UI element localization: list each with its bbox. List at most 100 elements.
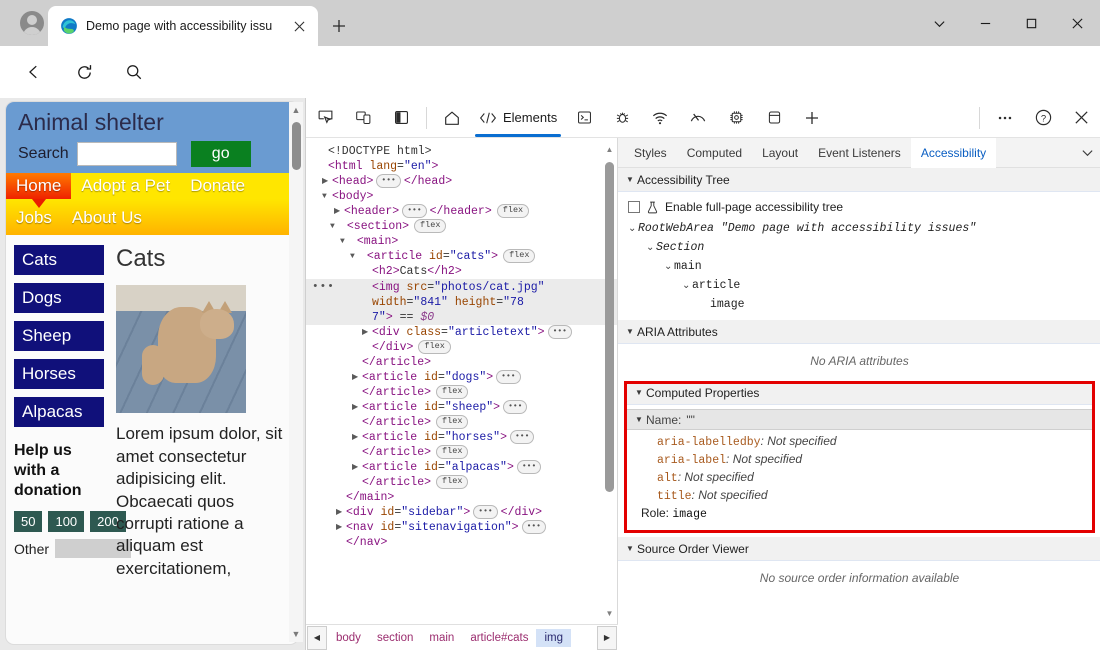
dom-row[interactable]: ▶<head>•••</head> bbox=[306, 174, 617, 189]
collapsed-children-icon[interactable]: ••• bbox=[503, 400, 527, 414]
collapsed-children-icon[interactable]: ••• bbox=[522, 520, 546, 534]
device-emulation-icon[interactable] bbox=[348, 103, 378, 133]
nav-home[interactable]: Home bbox=[6, 173, 71, 199]
dom-row[interactable]: </article>flex bbox=[306, 385, 617, 400]
amount-50[interactable]: 50 bbox=[14, 511, 42, 532]
dom-row[interactable]: </article> bbox=[306, 355, 617, 370]
dom-row[interactable]: </nav> bbox=[306, 535, 617, 550]
category-cats[interactable]: Cats bbox=[14, 245, 104, 275]
memory-chip-icon[interactable] bbox=[721, 103, 751, 133]
collapse-triangle-icon[interactable]: ▼ bbox=[322, 189, 332, 204]
dom-row[interactable]: ▶<article id="sheep">••• bbox=[306, 400, 617, 415]
expand-triangle-icon[interactable]: ▶ bbox=[322, 174, 332, 189]
dom-row[interactable]: ▶<div id="sidebar">•••</div> bbox=[306, 505, 617, 520]
expand-triangle-icon[interactable]: ▶ bbox=[336, 520, 346, 535]
dom-row[interactable]: ▼ <section>flex bbox=[306, 219, 617, 234]
dom-row[interactable]: </div>flex bbox=[306, 340, 617, 355]
collapsed-children-icon[interactable]: ••• bbox=[517, 460, 541, 474]
breadcrumb-next-button[interactable]: ▶ bbox=[597, 626, 617, 650]
tab-event-listeners[interactable]: Event Listeners bbox=[808, 138, 911, 168]
application-storage-icon[interactable] bbox=[759, 103, 789, 133]
close-devtools-icon[interactable] bbox=[1066, 103, 1096, 133]
enable-full-page-tree-checkbox[interactable] bbox=[628, 201, 640, 213]
dom-row[interactable]: ▶<article id="dogs">••• bbox=[306, 370, 617, 385]
breadcrumb-item-img[interactable]: img bbox=[536, 629, 571, 647]
home-icon[interactable] bbox=[437, 103, 467, 133]
console-icon[interactable] bbox=[569, 103, 599, 133]
section-accessibility-tree[interactable]: ▼ Accessibility Tree bbox=[618, 168, 1100, 192]
chevron-down-icon[interactable]: ⌄ bbox=[646, 240, 656, 258]
go-button[interactable]: go bbox=[191, 141, 251, 167]
reload-button[interactable] bbox=[68, 56, 100, 88]
inspect-element-icon[interactable] bbox=[310, 103, 340, 133]
ax-node-article[interactable]: ⌄article bbox=[628, 277, 1093, 296]
breadcrumb-item-article-cats[interactable]: article#cats bbox=[462, 629, 536, 647]
tab-styles[interactable]: Styles bbox=[624, 138, 677, 168]
chevron-down-icon[interactable]: ⌄ bbox=[664, 259, 674, 277]
breadcrumb-prev-button[interactable]: ◀ bbox=[307, 626, 327, 650]
browser-tab[interactable]: Demo page with accessibility issu bbox=[48, 6, 318, 46]
expand-triangle-icon[interactable]: ▶ bbox=[336, 505, 346, 520]
ax-node-rootwebarea[interactable]: ⌄RootWebArea "Demo page with accessibili… bbox=[628, 220, 1093, 239]
dom-row[interactable]: <!DOCTYPE html> bbox=[306, 144, 617, 159]
category-sheep[interactable]: Sheep bbox=[14, 321, 104, 351]
nav-about-us[interactable]: About Us bbox=[62, 205, 152, 231]
dock-side-icon[interactable] bbox=[386, 103, 416, 133]
dom-row[interactable]: ▼<body> bbox=[306, 189, 617, 204]
nav-jobs[interactable]: Jobs bbox=[6, 205, 62, 231]
sources-debug-icon[interactable] bbox=[607, 103, 637, 133]
page-scrollbar[interactable]: ▲ ▼ bbox=[289, 102, 303, 642]
expand-triangle-icon[interactable]: ▶ bbox=[362, 325, 372, 340]
chevron-down-icon[interactable] bbox=[1073, 146, 1100, 159]
chevron-down-icon[interactable]: ⌄ bbox=[682, 278, 692, 296]
dom-row[interactable]: ▼ <article id="cats">flex bbox=[306, 249, 617, 264]
category-alpacas[interactable]: Alpacas bbox=[14, 397, 104, 427]
section-source-order-viewer[interactable]: ▼ Source Order Viewer bbox=[618, 537, 1100, 561]
ax-node-main[interactable]: ⌄main bbox=[628, 258, 1093, 277]
category-horses[interactable]: Horses bbox=[14, 359, 104, 389]
dom-row[interactable]: </main> bbox=[306, 490, 617, 505]
back-button[interactable] bbox=[18, 56, 50, 88]
collapsed-children-icon[interactable]: ••• bbox=[496, 370, 520, 384]
collapsed-children-icon[interactable]: ••• bbox=[402, 204, 426, 218]
flex-badge[interactable]: flex bbox=[497, 204, 529, 218]
minimize-button[interactable] bbox=[962, 0, 1008, 46]
dom-tree[interactable]: <!DOCTYPE html> <html lang="en"> ▶<head>… bbox=[306, 138, 617, 624]
flex-badge[interactable]: flex bbox=[414, 219, 446, 233]
ax-node-section[interactable]: ⌄Section bbox=[628, 239, 1093, 258]
flex-badge[interactable]: flex bbox=[418, 340, 450, 354]
new-tab-button[interactable] bbox=[325, 13, 353, 39]
amount-100[interactable]: 100 bbox=[48, 511, 84, 532]
enable-full-page-tree-row[interactable]: Enable full-page accessibility tree bbox=[628, 200, 1093, 214]
tab-accessibility[interactable]: Accessibility bbox=[911, 138, 996, 168]
collapse-triangle-icon[interactable]: ▼ bbox=[350, 249, 360, 264]
expand-triangle-icon[interactable]: ▶ bbox=[352, 430, 362, 445]
tab-computed[interactable]: Computed bbox=[677, 138, 752, 168]
collapsed-children-icon[interactable]: ••• bbox=[473, 505, 497, 519]
dom-row[interactable]: </article>flex bbox=[306, 415, 617, 430]
nav-donate[interactable]: Donate bbox=[180, 173, 255, 199]
more-tools-icon[interactable] bbox=[990, 103, 1020, 133]
dom-row[interactable]: <h2>Cats</h2> bbox=[306, 264, 617, 279]
dom-row[interactable]: ▼ <main> bbox=[306, 234, 617, 249]
search-input[interactable] bbox=[77, 142, 177, 166]
dom-row[interactable]: <html lang="en"> bbox=[306, 159, 617, 174]
section-aria-attributes[interactable]: ▼ ARIA Attributes bbox=[618, 320, 1100, 344]
scroll-down-arrow-icon[interactable]: ▼ bbox=[289, 626, 303, 642]
collapse-triangle-icon[interactable]: ▼ bbox=[626, 544, 637, 553]
tab-layout[interactable]: Layout bbox=[752, 138, 808, 168]
expand-triangle-icon[interactable]: ▶ bbox=[352, 460, 362, 475]
scroll-up-arrow-icon[interactable]: ▲ bbox=[289, 102, 303, 118]
expand-triangle-icon[interactable]: ▶ bbox=[334, 204, 344, 219]
close-icon[interactable] bbox=[288, 15, 310, 37]
chevron-down-icon[interactable]: ⌄ bbox=[628, 221, 638, 239]
ax-node-image[interactable]: image bbox=[628, 296, 1093, 314]
add-panel-button[interactable] bbox=[797, 103, 827, 133]
dom-row[interactable]: </article>flex bbox=[306, 475, 617, 490]
category-dogs[interactable]: Dogs bbox=[14, 283, 104, 313]
collapse-triangle-icon[interactable]: ▼ bbox=[626, 327, 637, 336]
chevron-down-icon[interactable] bbox=[916, 0, 962, 46]
nav-adopt-a-pet[interactable]: Adopt a Pet bbox=[71, 173, 180, 199]
scroll-thumb[interactable] bbox=[292, 122, 301, 170]
network-wifi-icon[interactable] bbox=[645, 103, 675, 133]
